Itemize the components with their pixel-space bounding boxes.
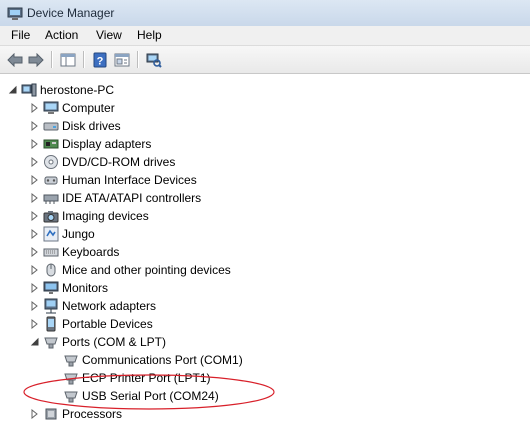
expand-arrow-icon[interactable]	[30, 193, 40, 203]
help-icon: ?	[93, 52, 107, 68]
hid-icon	[43, 172, 59, 188]
pc-icon	[21, 82, 37, 98]
collapse-arrow-icon[interactable]	[8, 85, 18, 95]
toolbar-separator	[83, 51, 85, 68]
back-icon	[7, 53, 23, 67]
camera-icon	[43, 208, 59, 224]
scan-hardware-icon	[146, 53, 162, 68]
port-icon	[63, 370, 79, 386]
expand-arrow-icon[interactable]	[30, 319, 40, 329]
tree-item-label: Computer	[62, 101, 115, 115]
disk-drive-icon	[43, 118, 59, 134]
tree-item-label: Processors	[62, 407, 123, 421]
help-button[interactable]: ?	[90, 50, 110, 70]
show-hide-console-tree-button[interactable]	[58, 50, 78, 70]
expand-arrow-icon[interactable]	[30, 265, 40, 275]
tree-item-label: Disk drives	[62, 119, 121, 133]
tree-item-label: herostone-PC	[40, 83, 115, 97]
display-adapter-icon	[43, 136, 59, 152]
computer-icon	[43, 100, 59, 116]
tree-item-label: Keyboards	[62, 245, 120, 259]
tree-item-label: Monitors	[62, 281, 109, 295]
collapse-arrow-icon[interactable]	[30, 337, 40, 347]
tree-item-label: ECP Printer Port (LPT1)	[82, 371, 211, 385]
forward-icon	[28, 53, 44, 67]
mouse-icon	[43, 262, 59, 278]
expand-arrow-icon[interactable]	[30, 283, 40, 293]
expand-arrow-icon[interactable]	[30, 139, 40, 149]
expand-arrow-icon[interactable]	[30, 301, 40, 311]
processor-icon	[43, 406, 59, 422]
keyboard-icon	[43, 244, 59, 260]
ide-controller-icon	[43, 190, 59, 206]
device-tree: herostone-PC Computer Disk drives Display a…	[0, 74, 530, 421]
menu-help[interactable]: Help	[134, 28, 165, 43]
properties-button[interactable]	[112, 50, 132, 70]
toolbar-separator	[137, 51, 139, 68]
expand-arrow-icon[interactable]	[30, 247, 40, 257]
expand-arrow-icon[interactable]	[30, 121, 40, 131]
toolbar: ?	[0, 46, 530, 74]
port-icon	[63, 388, 79, 404]
svg-text:?: ?	[97, 56, 104, 68]
back-button[interactable]	[5, 50, 25, 70]
forward-button[interactable]	[26, 50, 46, 70]
title-bar: Device Manager	[0, 0, 530, 27]
device-manager-icon	[7, 7, 23, 20]
properties-icon	[114, 53, 130, 67]
tree-item-label: Human Interface Devices	[62, 173, 197, 187]
expand-arrow-icon[interactable]	[30, 157, 40, 167]
expand-arrow-icon[interactable]	[30, 175, 40, 185]
dvd-drive-icon	[43, 154, 59, 170]
tree-item-label: Communications Port (COM1)	[82, 353, 243, 367]
expand-arrow-icon[interactable]	[30, 229, 40, 239]
expand-arrow-icon[interactable]	[30, 211, 40, 221]
tree-item-label: DVD/CD-ROM drives	[62, 155, 176, 169]
tree-item-label: USB Serial Port (COM24)	[82, 389, 219, 403]
toolbar-separator	[51, 51, 53, 68]
tree-item-label: IDE ATA/ATAPI controllers	[62, 191, 202, 205]
port-icon	[43, 334, 59, 350]
tree-item-label: Mice and other pointing devices	[62, 263, 231, 277]
menu-view[interactable]: View	[93, 28, 125, 43]
scan-hardware-button[interactable]	[144, 50, 164, 70]
menu-file[interactable]: File	[8, 28, 33, 43]
window-title: Device Manager	[27, 6, 115, 20]
menu-bar: File Action View Help	[0, 26, 530, 46]
tree-item-label: Portable Devices	[62, 317, 153, 331]
tree-item-label: Display adapters	[62, 137, 152, 151]
menu-action[interactable]: Action	[42, 28, 81, 43]
port-icon	[63, 352, 79, 368]
tree-item-label: Ports (COM & LPT)	[62, 335, 167, 349]
monitor-icon	[43, 280, 59, 296]
tree-item-label: Imaging devices	[62, 209, 149, 223]
tree-item-label: Network adapters	[62, 299, 157, 313]
tree-item-label: Jungo	[62, 227, 95, 241]
network-adapter-icon	[43, 298, 59, 314]
show-hide-console-tree-icon	[60, 53, 76, 67]
jungo-icon	[43, 226, 59, 242]
expand-arrow-icon[interactable]	[30, 103, 40, 113]
portable-device-icon	[43, 316, 59, 332]
